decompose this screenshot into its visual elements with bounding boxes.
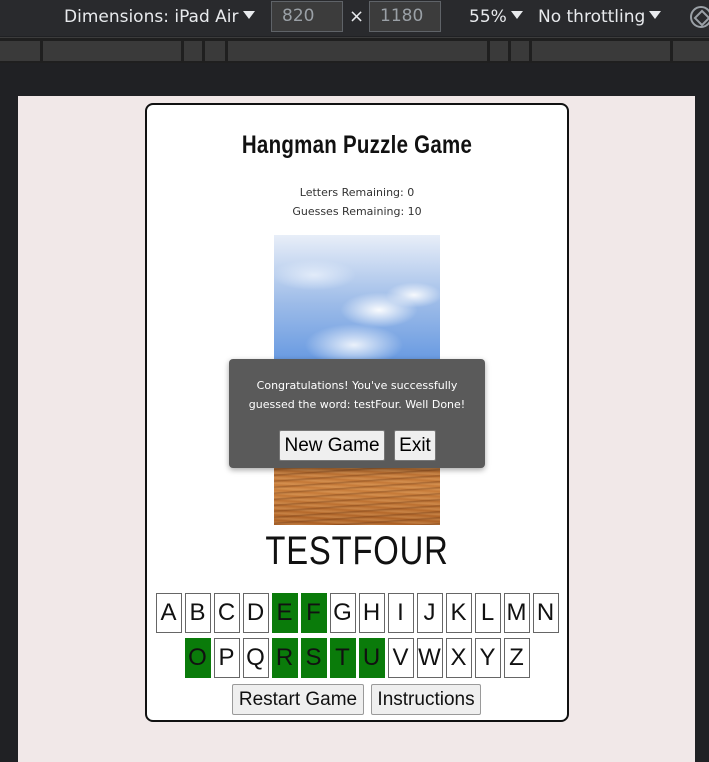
letter-key-q[interactable]: Q <box>242 638 269 678</box>
throttling-dropdown[interactable]: No throttling <box>538 0 662 34</box>
letter-key-s[interactable]: S <box>300 638 327 678</box>
letter-key-k[interactable]: K <box>445 593 472 633</box>
letter-key-i[interactable]: I <box>387 593 414 633</box>
new-game-button[interactable]: New Game <box>279 430 385 461</box>
dimensions-dropdown[interactable]: Dimensions: iPad Air <box>64 0 255 34</box>
letter-key-y[interactable]: Y <box>474 638 501 678</box>
letters-remaining: Letters Remaining: 0 <box>299 186 415 199</box>
letter-key-j[interactable]: J <box>416 593 443 633</box>
wooden-platform <box>274 465 440 525</box>
throttling-label: No throttling <box>538 7 646 27</box>
letter-key-w[interactable]: W <box>416 638 443 678</box>
letter-key-f[interactable]: F <box>300 593 327 633</box>
letter-key-d[interactable]: D <box>242 593 269 633</box>
game-card: Hangman Puzzle Game Letters Remaining: 0… <box>145 103 569 722</box>
chevron-down-icon <box>649 11 662 19</box>
letter-key-h[interactable]: H <box>358 593 385 633</box>
guessed-word: TESTFOUR <box>265 529 449 573</box>
restart-game-button[interactable]: Restart Game <box>232 684 364 715</box>
media-query-segment[interactable] <box>205 41 225 61</box>
letter-key-a[interactable]: A <box>155 593 182 633</box>
media-query-bar <box>0 37 709 63</box>
media-query-segment[interactable] <box>532 41 670 61</box>
media-query-segment[interactable] <box>0 41 40 61</box>
letter-key-u[interactable]: U <box>358 638 385 678</box>
rotate-icon[interactable] <box>690 6 709 28</box>
letter-row-2: OPQRSTUVWXYZ <box>147 638 567 678</box>
media-query-segment[interactable] <box>228 41 487 61</box>
exit-button[interactable]: Exit <box>394 430 436 461</box>
letter-key-b[interactable]: B <box>184 593 211 633</box>
letter-key-o[interactable]: O <box>184 638 211 678</box>
letter-key-v[interactable]: V <box>387 638 414 678</box>
letter-key-g[interactable]: G <box>329 593 356 633</box>
success-modal: Congratulations! You've successfully gue… <box>229 359 485 468</box>
page-title: Hangman Puzzle Game <box>241 131 473 159</box>
media-query-segment[interactable] <box>490 41 508 61</box>
width-input[interactable]: 820 <box>271 1 343 32</box>
success-message: Congratulations! You've successfully gue… <box>248 379 466 411</box>
dimensions-label: Dimensions: iPad Air <box>64 7 239 27</box>
chevron-down-icon <box>242 11 255 19</box>
letter-key-x[interactable]: X <box>445 638 472 678</box>
instructions-button[interactable]: Instructions <box>371 684 481 715</box>
zoom-label: 55% <box>469 7 507 27</box>
media-query-segment[interactable] <box>511 41 529 61</box>
media-query-segment[interactable] <box>673 41 709 61</box>
height-input[interactable]: 1180 <box>369 1 441 32</box>
letter-key-c[interactable]: C <box>213 593 240 633</box>
letter-key-z[interactable]: Z <box>503 638 530 678</box>
chevron-down-icon <box>510 11 523 19</box>
devtools-device-toolbar: Dimensions: iPad Air 820 × 1180 55% No t… <box>0 0 709 36</box>
device-viewport: Hangman Puzzle Game Letters Remaining: 0… <box>18 96 695 762</box>
letter-key-p[interactable]: P <box>213 638 240 678</box>
letter-key-m[interactable]: M <box>503 593 530 633</box>
media-query-segment[interactable] <box>184 41 202 61</box>
letter-key-l[interactable]: L <box>474 593 501 633</box>
media-query-segment[interactable] <box>43 41 181 61</box>
times-symbol: × <box>349 6 365 27</box>
letter-key-e[interactable]: E <box>271 593 298 633</box>
letter-row-1: ABCDEFGHIJKLMN <box>147 593 567 633</box>
zoom-dropdown[interactable]: 55% <box>469 0 523 34</box>
letter-key-r[interactable]: R <box>271 638 298 678</box>
letter-key-t[interactable]: T <box>329 638 356 678</box>
letter-key-n[interactable]: N <box>532 593 559 633</box>
guesses-remaining: Guesses Remaining: 10 <box>292 205 422 218</box>
